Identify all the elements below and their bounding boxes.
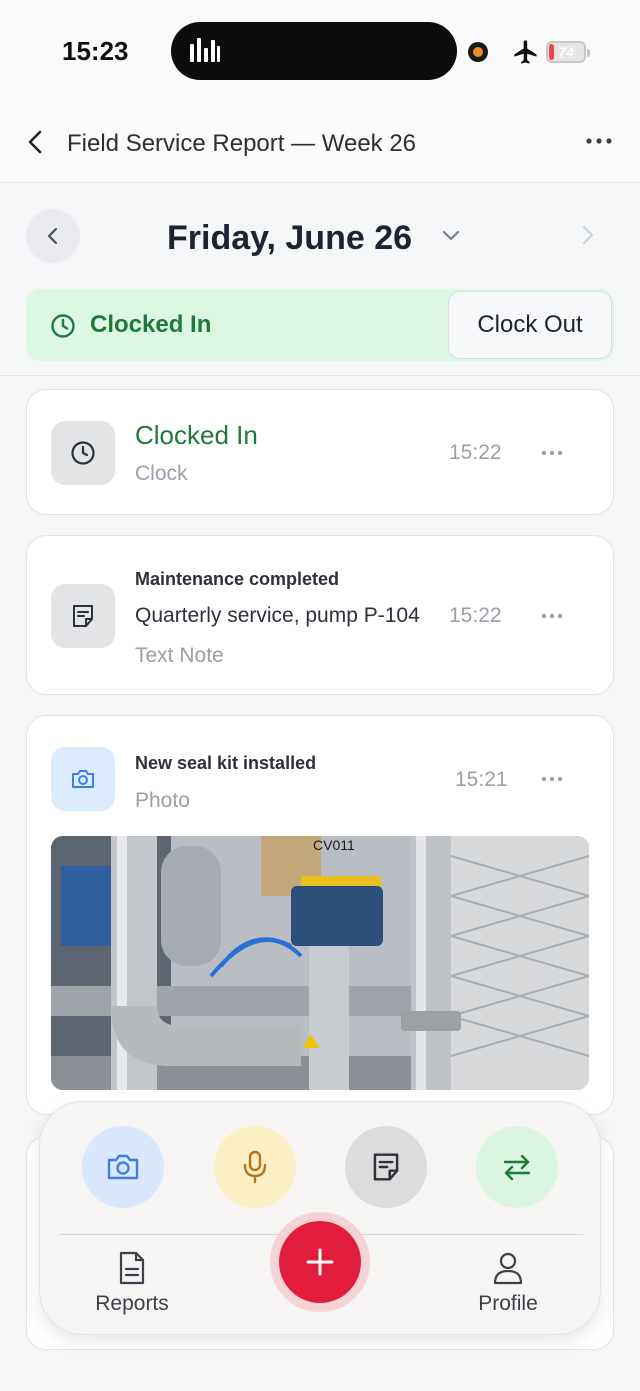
more-options-icon[interactable] — [541, 450, 563, 456]
recording-indicator-icon — [468, 42, 488, 62]
entry-type: Text Note — [135, 644, 224, 667]
entry-title: Clocked In — [135, 420, 258, 450]
tab-profile[interactable]: Profile — [453, 1250, 563, 1316]
entry-card-photo[interactable]: New seal kit installed Photo 15:21 CV011 — [26, 715, 614, 1115]
camera-icon — [51, 747, 115, 811]
next-day-chevron-icon[interactable] — [578, 223, 598, 247]
more-options-icon[interactable] — [541, 776, 563, 782]
add-photo-button[interactable] — [82, 1126, 164, 1208]
tab-profile-label: Profile — [478, 1292, 538, 1315]
fab[interactable] — [279, 1221, 361, 1303]
airplane-icon — [514, 40, 537, 64]
status-bar: 15:23 74 — [0, 0, 640, 100]
camera-icon — [107, 1154, 139, 1180]
clock-status-label: Clocked In — [90, 311, 212, 338]
entry-type: Photo — [135, 789, 190, 812]
document-icon — [119, 1251, 145, 1285]
entry-card-clock[interactable]: Clocked In Clock 15:22 — [26, 389, 614, 515]
audio-wave-icon — [190, 38, 220, 62]
entry-type: Clock — [135, 462, 188, 485]
date-label[interactable]: Friday, June 26 — [167, 219, 412, 258]
clock-out-button[interactable]: Clock Out — [448, 291, 612, 359]
status-time: 15:23 — [62, 36, 129, 66]
note-icon — [51, 584, 115, 648]
navigation-bar: Field Service Report — Week 26 — [0, 100, 640, 183]
chevron-down-icon[interactable] — [440, 227, 462, 243]
entry-time: 15:22 — [449, 604, 502, 627]
tab-reports-label: Reports — [95, 1292, 169, 1315]
add-voice-note-button[interactable] — [214, 1126, 296, 1208]
dynamic-island — [171, 22, 457, 80]
transfer-button[interactable] — [476, 1126, 558, 1208]
more-options-icon[interactable] — [541, 613, 563, 619]
entry-card-text-note[interactable]: Maintenance completed Quarterly service,… — [26, 535, 614, 695]
entry-title: Maintenance completed — [135, 569, 340, 589]
chevron-left-icon — [47, 227, 58, 245]
action-dock: Reports Profile — [39, 1101, 601, 1335]
previous-day-button[interactable] — [26, 209, 80, 263]
divider — [0, 375, 640, 376]
page-title: Field Service Report — Week 26 — [67, 130, 417, 157]
back-chevron-icon[interactable] — [22, 126, 50, 158]
date-selector: Friday, June 26 — [0, 183, 640, 283]
entry-time: 15:21 — [455, 768, 508, 791]
more-options-icon[interactable] — [584, 136, 614, 146]
add-entry-button[interactable] — [270, 1212, 370, 1312]
clock-icon — [51, 314, 75, 338]
clock-icon — [51, 421, 115, 485]
note-icon — [373, 1153, 399, 1181]
swap-icon — [503, 1154, 531, 1181]
battery-level: 74 — [558, 44, 574, 60]
entry-body: Quarterly service, pump P-104 — [135, 604, 420, 627]
plus-icon — [306, 1248, 334, 1276]
entry-time: 15:22 — [449, 441, 502, 464]
add-text-note-button[interactable] — [345, 1126, 427, 1208]
battery-icon: 74 — [546, 41, 590, 63]
clock-status-banner: Clocked In Clock Out — [26, 289, 614, 361]
person-icon — [493, 1252, 523, 1285]
equipment-photo: CV011 — [51, 836, 589, 1090]
microphone-icon — [243, 1150, 267, 1184]
entry-title: New seal kit installed — [135, 753, 317, 773]
tab-reports[interactable]: Reports — [77, 1250, 187, 1316]
photo-tag-label: CV011 — [313, 837, 355, 853]
entry-photo[interactable]: CV011 — [51, 836, 589, 1090]
